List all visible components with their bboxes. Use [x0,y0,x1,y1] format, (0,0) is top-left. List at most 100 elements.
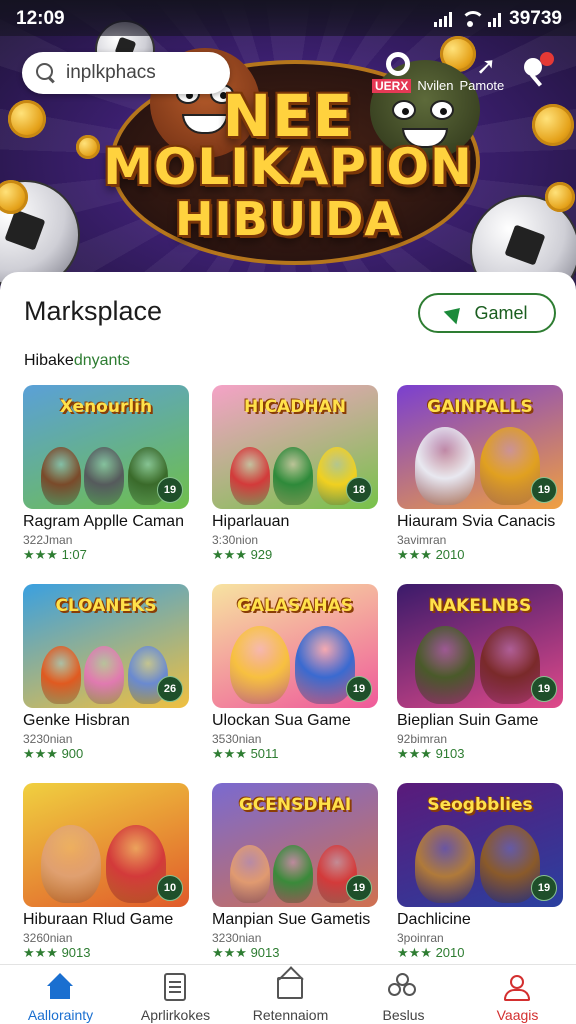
game-subtitle: 3:30nion [212,533,259,547]
age-rating-badge: 19 [346,676,372,702]
section-label: Hibakednyants [24,352,130,369]
nav-item-vaagis[interactable]: Vaagis [460,965,575,1024]
character-figure [84,447,125,505]
game-title[interactable]: Manpian Sue Gametis [212,911,370,929]
game-art-title: CLOANEKS [55,596,157,616]
header-label-1: Nvilen [417,78,454,93]
header-icons: ➚ UERX Nvilen Pamote [372,52,562,96]
game-title[interactable]: Genke Hisbran [23,712,130,730]
game-button-label: Gamel [474,302,528,323]
game-card[interactable]: GALASAHAS 19 Ulockan Sua Game 3530nian ★★★ 5… [212,584,378,762]
age-rating-badge: 19 [531,477,557,503]
game-subtitle: 3avimran [397,533,447,547]
game-thumbnail[interactable]: CLOANEKS 26 [23,584,189,708]
nav-label: Vaagis [496,1007,539,1023]
nav-item-retention[interactable]: Retennaiom [233,965,348,1024]
game-subtitle: 3260nian [23,931,73,945]
game-card[interactable]: Xenourlih 19 Ragram Applle Caman 322Jman ★★★… [23,385,189,563]
header-label-2: Pamote [459,78,505,93]
game-subtitle: 3poinran [397,931,444,945]
game-art-title: HICADHAN [244,397,346,417]
game-thumbnail[interactable]: HICADHAN 18 [212,385,378,509]
game-rating: ★★★ 929 [212,547,273,562]
game-title[interactable]: Bieplian Suin Game [397,712,538,730]
character-figure [84,646,125,704]
game-title[interactable]: Hiauram Svia Canacis [397,513,555,531]
game-rating: ★★★ 2010 [397,945,465,960]
age-rating-badge: 19 [531,676,557,702]
game-rating: ★★★ 1:07 [23,547,87,562]
game-card[interactable]: GCENSDHAI 19 Manpian Sue Gametis 3230nian ★★… [212,783,378,961]
game-subtitle: 3530nian [212,732,262,746]
wifi-icon [460,11,486,27]
nav-item-applications[interactable]: Aprlirkokes [118,965,233,1024]
character-figure [41,825,101,903]
ping-pong-icon[interactable] [522,52,556,86]
game-card[interactable]: CLOANEKS 26 Genke Hisbran 3230nian ★★★ 900 [23,584,189,762]
hero-title-line2: MOLIKAPION [103,138,473,196]
hero-title-line3: HIBUIDA [175,192,401,246]
game-thumbnail[interactable]: GCENSDHAI 19 [212,783,378,907]
search-input[interactable]: inplkphacs [22,52,230,94]
game-art-title: GCENSDHAI [238,795,352,815]
status-time: 12:09 [16,8,65,29]
game-rating: ★★★ 900 [23,746,84,761]
tag-icon [444,301,467,325]
game-rating: ★★★ 9103 [397,746,465,761]
share-icon[interactable]: ➚ [476,52,496,81]
game-rating: ★★★ 5011 [212,746,279,761]
game-card[interactable]: HICADHAN 18 Hiparlauan 3:30nion ★★★ 929 [212,385,378,563]
document-icon [164,973,186,1001]
game-art-title: GALASAHAS [236,596,354,616]
game-title[interactable]: Hiparlauan [212,513,289,531]
game-title[interactable]: Ragram Applle Caman [23,513,184,531]
game-subtitle: 322Jman [23,533,73,547]
game-subtitle: 92bimran [397,732,448,746]
hero-banner[interactable]: NEE MOLIKAPION HIBUIDA inplkphacs ➚ UERX… [0,0,576,290]
clover-icon [388,973,418,1003]
game-thumbnail[interactable]: Xenourlih 19 [23,385,189,509]
game-title[interactable]: Ulockan Sua Game [212,712,351,730]
game-title[interactable]: Dachlicine [397,911,471,929]
game-art-title: NAKELNBS [428,596,532,616]
game-button[interactable]: Gamel [418,293,556,333]
header-labels: UERX Nvilen Pamote [372,78,504,93]
profile-icon [502,973,532,1003]
game-thumbnail[interactable]: GALASAHAS 19 [212,584,378,708]
character-figure [41,646,81,704]
character-figure [415,626,475,704]
box-icon [277,977,303,999]
nav-label: Aprlirkokes [140,1007,211,1023]
age-rating-badge: 18 [346,477,372,503]
nav-item-beslus[interactable]: Beslus [346,965,461,1024]
age-rating-badge: 19 [531,875,557,901]
signal-icon [434,11,453,27]
game-card[interactable]: Seogbblies 19 Dachlicine 3poinran ★★★ 2010 [397,783,563,961]
character-figure [41,447,81,505]
game-subtitle: 3230nian [212,931,262,945]
game-card[interactable]: NAKELNBS 19 Bieplian Suin Game 92bimran ★★★ … [397,584,563,762]
home-icon [45,973,75,1003]
age-rating-badge: 19 [346,875,372,901]
search-placeholder: inplkphacs [66,62,156,83]
game-thumbnail[interactable]: 10 [23,783,189,907]
nav-label: Retennaiom [252,1007,329,1023]
game-thumbnail[interactable]: Seogbblies 19 [397,783,563,907]
location-pin-icon[interactable] [386,52,410,76]
game-card[interactable]: 10 Hiburaan Rlud Game 3260nian ★★★ 9013 [23,783,189,961]
battery-text: 39739 [509,8,562,29]
nav-item-home[interactable]: Aallorainty [3,965,118,1024]
game-card[interactable]: GAINPALLS 19 Hiauram Svia Canacis 3avimran ★… [397,385,563,563]
game-thumbnail[interactable]: NAKELNBS 19 [397,584,563,708]
age-rating-badge: 26 [157,676,183,702]
game-title[interactable]: Hiburaan Rlud Game [23,911,173,929]
game-art-title: Seogbblies [427,795,533,815]
game-thumbnail[interactable]: GAINPALLS 19 [397,385,563,509]
character-figure [415,427,475,505]
game-subtitle: 3230nian [23,732,73,746]
game-art-title: Xenourlih [59,397,153,417]
game-art-title: GAINPALLS [427,397,533,417]
header-badge: UERX [372,78,412,93]
game-rating: ★★★ 2010 [397,547,465,562]
search-icon [36,63,56,83]
